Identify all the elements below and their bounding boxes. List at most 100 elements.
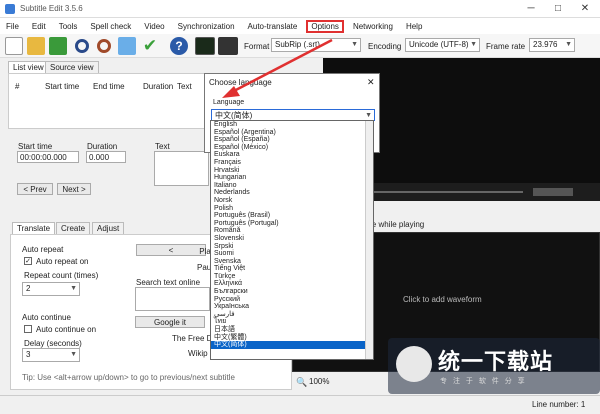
menu-edit[interactable]: Edit — [32, 22, 46, 31]
google-button[interactable]: Google it — [135, 316, 205, 328]
auto-continue-checkbox[interactable] — [24, 325, 32, 333]
auto-continue-heading: Auto continue — [22, 313, 71, 322]
language-list-scrollbar[interactable] — [365, 121, 373, 359]
encoding-value: Unicode (UTF-8) — [409, 40, 469, 49]
framerate-label: Frame rate — [486, 42, 526, 51]
start-time-input[interactable]: 00:00:00.000 — [17, 151, 79, 163]
delay-value: 3 — [26, 350, 31, 359]
language-option[interactable]: Português (Brasil) — [211, 212, 373, 220]
grid-header-end[interactable]: End time — [93, 82, 125, 91]
checkmark-icon[interactable]: ✔ — [141, 37, 159, 55]
encoding-select[interactable]: Unicode (UTF-8) ▼ — [405, 38, 480, 52]
language-option[interactable]: Română — [211, 227, 373, 235]
search-icon[interactable] — [75, 39, 89, 53]
duration-input[interactable]: 0.000 — [86, 151, 126, 163]
framerate-select[interactable]: 23.976 ▼ — [529, 38, 575, 52]
menu-tools[interactable]: Tools — [59, 22, 78, 31]
language-option[interactable]: Français — [211, 159, 373, 167]
app-icon — [5, 4, 15, 14]
language-option[interactable]: Srpski — [211, 243, 373, 251]
language-option[interactable]: فارسی — [211, 311, 373, 319]
watermark-text: 统一下载站 — [438, 349, 554, 374]
encoding-label: Encoding — [368, 42, 402, 51]
free-dictionary-button[interactable]: The Free D — [172, 334, 212, 343]
language-option[interactable]: ไทย — [211, 318, 373, 326]
tab-source-view[interactable]: Source view — [45, 61, 99, 73]
download-icon[interactable] — [49, 37, 67, 55]
chevron-down-icon: ▼ — [470, 41, 477, 48]
language-option[interactable]: Euskara — [211, 151, 373, 159]
tab-translate[interactable]: Translate — [12, 222, 56, 234]
language-option[interactable]: Español (España) — [211, 136, 373, 144]
chevron-down-icon: ▼ — [70, 285, 77, 292]
volume-slider[interactable] — [533, 188, 573, 196]
language-option[interactable]: Русский — [211, 296, 373, 304]
repeat-count-select[interactable]: 2 ▼ — [22, 282, 80, 296]
language-option[interactable]: 日本語 — [211, 326, 373, 334]
menu-help[interactable]: Help — [406, 22, 422, 31]
language-option[interactable]: Nederlands — [211, 189, 373, 197]
auto-repeat-checkbox[interactable]: ✓ — [24, 257, 32, 265]
tab-list-view[interactable]: List view — [8, 61, 49, 73]
grid-header-duration[interactable]: Duration — [143, 82, 173, 91]
language-option[interactable]: English — [211, 121, 373, 129]
back-button[interactable]: < — [136, 244, 206, 256]
language-option[interactable]: Italiano — [211, 182, 373, 190]
language-option[interactable]: Ελληνικά — [211, 280, 373, 288]
prev-button[interactable]: < Prev — [17, 183, 53, 195]
menu-networking[interactable]: Networking — [353, 22, 393, 31]
language-option[interactable]: Hungarian — [211, 174, 373, 182]
duration-label: Duration — [87, 142, 118, 151]
tab-create[interactable]: Create — [56, 222, 91, 234]
language-option[interactable]: Polish — [211, 205, 373, 213]
tab-adjust[interactable]: Adjust — [92, 222, 125, 234]
language-list[interactable]: English Español (Argentina) Español (Españ… — [210, 120, 374, 360]
language-option[interactable]: Slovenski — [211, 235, 373, 243]
auto-continue-on-label: Auto continue on — [36, 325, 97, 334]
language-option[interactable]: Norsk — [211, 197, 373, 205]
status-bar: Line number: 1 — [0, 395, 600, 414]
menu-spell-check[interactable]: Spell check — [90, 22, 131, 31]
repeat-count-label: Repeat count (times) — [24, 271, 99, 280]
grid-header-start[interactable]: Start time — [45, 82, 79, 91]
chevron-down-icon: ▼ — [565, 41, 572, 48]
help-icon[interactable]: ? — [170, 37, 188, 55]
grid-header-number[interactable]: # — [15, 82, 19, 91]
dialog-close-button[interactable]: ✕ — [367, 77, 375, 88]
subtitle-text-input[interactable] — [154, 151, 209, 186]
chevron-down-icon: ▼ — [70, 351, 77, 358]
menu-file[interactable]: File — [6, 22, 19, 31]
pause-button[interactable]: Paus — [197, 262, 215, 274]
watermark-logo: 统一下载站 专 注 于 软 件 分 享 — [388, 338, 600, 394]
auto-repeat-on-label: Auto repeat on — [36, 257, 89, 266]
fix-icon[interactable] — [118, 37, 136, 55]
language-option[interactable]: Español (México) — [211, 144, 373, 152]
zoom-icon[interactable]: 🔍 — [296, 377, 307, 388]
maximize-button[interactable]: □ — [545, 2, 571, 16]
wikipedia-button[interactable]: Wikip — [188, 349, 208, 358]
language-option[interactable]: Español (Argentina) — [211, 129, 373, 137]
next-button[interactable]: Next > — [57, 183, 91, 195]
menu-video[interactable]: Video — [144, 22, 164, 31]
language-option[interactable]: Português (Portugal) — [211, 220, 373, 228]
search-online-label: Search text online — [136, 278, 201, 287]
watermark-subtext: 专 注 于 软 件 分 享 — [440, 378, 527, 385]
delay-label: Delay (seconds) — [24, 339, 82, 348]
language-option[interactable]: Tiếng Việt — [211, 265, 373, 273]
replace-icon[interactable] — [97, 39, 111, 53]
language-option[interactable]: Suomi — [211, 250, 373, 258]
open-folder-icon[interactable] — [27, 37, 45, 55]
delay-select[interactable]: 3 ▼ — [22, 348, 80, 362]
language-option[interactable]: 中文(简体) — [211, 341, 373, 349]
language-selected: 中文(简体) — [215, 111, 253, 120]
grid-header-text[interactable]: Text — [177, 82, 192, 91]
minimize-button[interactable]: ─ — [518, 2, 544, 16]
red-arrow-annotation — [222, 38, 333, 98]
language-option[interactable]: Українська — [211, 303, 373, 311]
zoom-value[interactable]: 100% — [309, 377, 329, 386]
language-option[interactable]: Hrvatski — [211, 167, 373, 175]
new-file-icon[interactable] — [5, 37, 23, 55]
language-option[interactable]: Български — [211, 288, 373, 296]
close-button[interactable]: ✕ — [572, 2, 598, 16]
search-online-input[interactable] — [135, 287, 210, 311]
